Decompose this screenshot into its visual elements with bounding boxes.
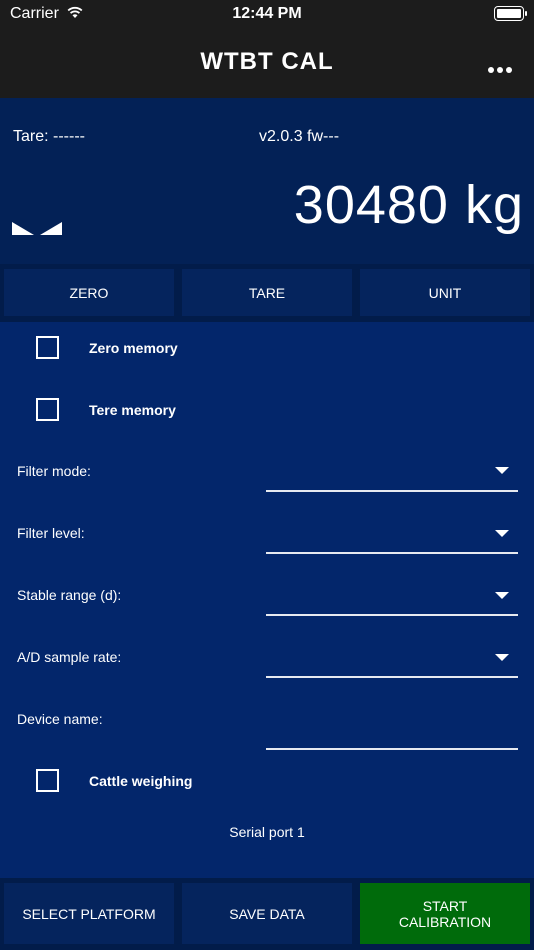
ad-sample-rate-label: A/D sample rate: [17, 649, 122, 665]
stable-range-dropdown-icon[interactable] [495, 592, 509, 599]
status-bar: Carrier 12:44 PM [0, 0, 534, 30]
start-calibration-label-line2: CALIBRATION [398, 913, 492, 930]
filter-level-label: Filter level: [17, 525, 85, 541]
select-platform-button[interactable]: SELECT PLATFORM [4, 883, 174, 944]
zero-button[interactable]: ZERO [4, 269, 174, 316]
zero-memory-checkbox[interactable] [36, 336, 59, 359]
tare-readout: Tare: ------ [13, 128, 85, 145]
stable-range-label: Stable range (d): [17, 587, 122, 603]
more-options-icon[interactable] [485, 53, 512, 79]
stable-indicator-icon [12, 222, 64, 241]
nav-bar: WTBT CAL [0, 30, 534, 98]
filter-level-select[interactable] [266, 552, 518, 554]
filter-mode-label: Filter mode: [17, 463, 91, 479]
tare-button[interactable]: TARE [182, 269, 352, 316]
cattle-weighing-checkbox[interactable] [36, 769, 59, 792]
zero-memory-label: Zero memory [89, 340, 178, 356]
filter-level-dropdown-icon[interactable] [495, 530, 509, 537]
serial-port-heading: Serial port 1 [229, 824, 305, 840]
clock: 12:44 PM [232, 5, 302, 22]
unit-button[interactable]: UNIT [360, 269, 530, 316]
device-name-input[interactable] [266, 748, 518, 750]
tare-memory-checkbox[interactable] [36, 398, 59, 421]
scale-controls: ZERO TARE UNIT [0, 264, 534, 322]
ad-sample-rate-dropdown-icon[interactable] [495, 654, 509, 661]
start-calibration-button[interactable]: START CALIBRATION [360, 883, 530, 944]
device-name-label: Device name: [17, 711, 103, 727]
ad-sample-rate-select[interactable] [266, 676, 518, 678]
weight-display: Tare: ------ v2.0.3 fw--- 30480 kg [0, 98, 534, 264]
weight-value: 30480 kg [293, 175, 524, 235]
app-title: WTBT CAL [200, 48, 334, 75]
battery-icon [494, 6, 527, 21]
filter-mode-select[interactable] [266, 490, 518, 492]
bottom-action-bar: SELECT PLATFORM SAVE DATA START CALIBRAT… [0, 878, 534, 950]
filter-mode-dropdown-icon[interactable] [495, 467, 509, 474]
cattle-weighing-label: Cattle weighing [89, 773, 193, 789]
start-calibration-label-line1: START [422, 897, 468, 914]
version-label: v2.0.3 fw--- [259, 128, 340, 145]
save-data-button[interactable]: SAVE DATA [182, 883, 352, 944]
tare-memory-label: Tere memory [89, 402, 176, 418]
stable-range-select[interactable] [266, 614, 518, 616]
